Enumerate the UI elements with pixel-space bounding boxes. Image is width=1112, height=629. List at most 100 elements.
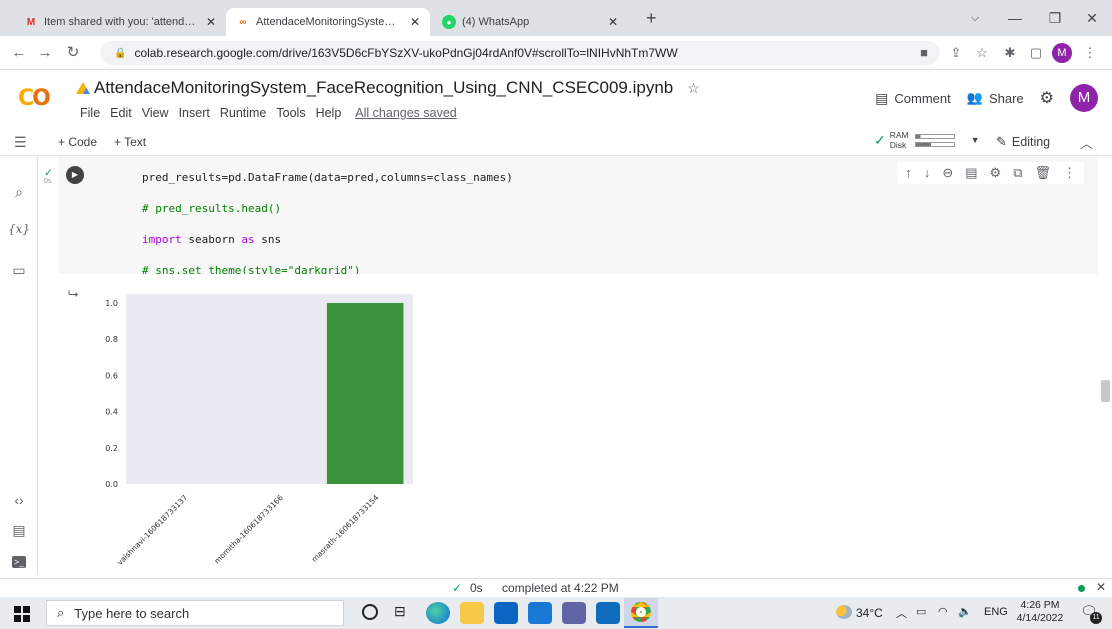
add-code-button[interactable]: + Code xyxy=(58,135,97,149)
cell-toolbar: ↑ ↓ ⊖ ▤ ⚙ ⧉ 🗑 ⋮ xyxy=(897,162,1084,184)
mirror-cell-icon[interactable]: ⧉ xyxy=(1013,165,1022,181)
file-explorer-icon[interactable] xyxy=(460,602,484,624)
menu-runtime[interactable]: Runtime xyxy=(220,106,267,120)
volume-icon[interactable]: 🔈 xyxy=(958,605,972,618)
add-text-button[interactable]: + Text xyxy=(114,135,146,149)
comment-button[interactable]: ▤ Comment xyxy=(875,90,951,107)
left-sidebar: ⌕ {x} ▭ ‹› ▤ >_ xyxy=(0,156,38,574)
y-tick-label: 0.2 xyxy=(105,444,118,453)
comment-icon[interactable]: ▤ xyxy=(965,165,977,181)
taskbar-search[interactable]: ⌕ Type here to search xyxy=(46,600,344,626)
cortana-icon[interactable] xyxy=(362,604,378,620)
teams-icon[interactable] xyxy=(562,602,586,624)
edge-icon[interactable] xyxy=(426,602,450,624)
notebook-title[interactable]: AttendaceMonitoringSystem_FaceRecognitio… xyxy=(94,78,673,98)
share-button[interactable]: 👥 Share xyxy=(967,90,1024,106)
move-up-icon[interactable]: ↑ xyxy=(905,165,912,181)
weather-temp[interactable]: 34°C xyxy=(856,606,883,620)
task-view-icon[interactable]: ⊟ xyxy=(394,603,406,620)
tab-search-icon[interactable]: ⌵ xyxy=(955,6,995,30)
close-icon[interactable]: ✕ xyxy=(410,15,420,29)
menu-help[interactable]: Help xyxy=(316,106,342,120)
editing-mode-button[interactable]: ✎ Editing xyxy=(996,134,1050,150)
settings-gear-icon[interactable]: ⚙ xyxy=(990,165,1002,181)
delete-icon[interactable]: 🗑 xyxy=(1034,165,1051,181)
battery-icon[interactable]: ▭ xyxy=(916,605,926,618)
language-indicator[interactable]: ENG xyxy=(984,606,1008,618)
close-icon[interactable]: ✕ xyxy=(206,15,216,29)
weather-icon[interactable] xyxy=(836,605,852,619)
camera-icon[interactable]: ■ xyxy=(914,44,934,62)
user-avatar[interactable]: M xyxy=(1070,84,1098,112)
status-time: 0s xyxy=(470,581,483,595)
status-text: completed at 4:22 PM xyxy=(502,581,619,595)
collapse-header-icon[interactable]: ︿ xyxy=(1080,133,1093,152)
browser-menu-icon[interactable]: ⋮ xyxy=(1080,44,1100,62)
menu-file[interactable]: File xyxy=(80,106,100,120)
menu-tools[interactable]: Tools xyxy=(276,106,305,120)
star-icon[interactable]: ☆ xyxy=(972,44,992,62)
tab-gmail[interactable]: M Item shared with you: 'attendanc ✕ xyxy=(14,8,226,36)
move-down-icon[interactable]: ↓ xyxy=(924,165,931,181)
resources-indicator[interactable]: ✓ RAM Disk ▼ xyxy=(874,130,980,150)
close-status-icon[interactable]: ✕ xyxy=(1096,580,1106,594)
wifi-icon[interactable]: ◠ xyxy=(938,605,948,618)
more-icon[interactable]: ⋮ xyxy=(1063,165,1076,181)
search-icon[interactable]: ⌕ xyxy=(0,184,38,201)
link-icon[interactable]: ⊖ xyxy=(942,165,953,181)
lock-icon: 🔒 xyxy=(114,47,127,59)
code-cell[interactable]: ✓ 0s ▶ pred_results=pd.DataFrame(data=pr… xyxy=(44,156,1098,371)
chrome-taskbar-button[interactable] xyxy=(624,598,658,628)
windows-start-icon[interactable] xyxy=(14,606,30,622)
variables-icon[interactable]: {x} xyxy=(0,222,38,236)
extensions-icon[interactable]: ✱ xyxy=(1000,44,1020,62)
address-bar[interactable]: 🔒 colab.research.google.com/drive/163V5D… xyxy=(100,41,940,65)
settings-gear-icon[interactable]: ⚙ xyxy=(1040,88,1054,108)
bar xyxy=(326,303,404,484)
search-placeholder: Type here to search xyxy=(74,605,190,621)
reload-button[interactable]: ↻ xyxy=(62,43,84,63)
table-of-contents-icon[interactable]: ☰ xyxy=(14,134,27,151)
y-tick-label: 0.8 xyxy=(105,335,118,344)
close-window-button[interactable]: ✕ xyxy=(1072,6,1112,30)
tab-colab[interactable]: ∞ AttendaceMonitoringSystem_Fac ✕ xyxy=(226,8,430,36)
colab-logo[interactable]: CO xyxy=(18,86,51,111)
minimize-button[interactable]: — xyxy=(995,6,1035,30)
star-icon[interactable]: ☆ xyxy=(687,80,700,97)
x-tick-label: momitha-160618733166 xyxy=(212,493,285,566)
restore-button[interactable]: ❐ xyxy=(1035,6,1075,30)
forward-button[interactable]: → xyxy=(34,43,56,63)
clock[interactable]: 4:26 PM 4/14/2022 xyxy=(1014,599,1066,625)
sidepanel-icon[interactable]: ▢ xyxy=(1026,44,1046,62)
url-text: colab.research.google.com/drive/163V5D6c… xyxy=(134,46,678,60)
code-line: import seaborn as sns xyxy=(142,232,282,246)
mail-icon[interactable] xyxy=(528,602,552,624)
menu-edit[interactable]: Edit xyxy=(110,106,132,120)
show-hidden-icons-icon[interactable]: ︿ xyxy=(896,605,907,621)
menu-view[interactable]: View xyxy=(142,106,169,120)
terminal-icon[interactable]: >_ xyxy=(0,552,38,568)
files-icon[interactable]: ▭ xyxy=(0,262,38,279)
menu-insert[interactable]: Insert xyxy=(179,106,210,120)
tab-label: (4) WhatsApp xyxy=(462,16,530,28)
back-button[interactable]: ← xyxy=(8,43,30,63)
output-menu-icon[interactable]: ⮡ xyxy=(68,286,78,302)
new-tab-button[interactable]: + xyxy=(646,8,657,29)
share-page-icon[interactable]: ⇪ xyxy=(946,44,966,62)
code-snippets-icon[interactable]: ‹› xyxy=(0,492,38,508)
profile-avatar[interactable]: M xyxy=(1052,43,1072,63)
close-icon[interactable]: ✕ xyxy=(608,15,618,29)
chevron-down-icon[interactable]: ▼ xyxy=(971,135,980,145)
notification-count: 11 xyxy=(1090,612,1102,624)
command-palette-icon[interactable]: ▤ xyxy=(0,522,38,539)
store-icon[interactable] xyxy=(494,602,518,624)
gmail-icon: M xyxy=(26,16,36,28)
run-cell-button[interactable]: ▶ xyxy=(66,166,84,184)
tab-whatsapp[interactable]: ● (4) WhatsApp ✕ xyxy=(432,8,628,36)
scrollbar-thumb[interactable] xyxy=(1101,380,1110,402)
y-tick-label: 1.0 xyxy=(105,299,118,308)
menu-bar: File Edit View Insert Runtime Tools Help… xyxy=(80,106,457,120)
outlook-icon[interactable] xyxy=(596,602,620,624)
save-status[interactable]: All changes saved xyxy=(355,106,456,120)
share-label: Share xyxy=(988,90,1024,106)
